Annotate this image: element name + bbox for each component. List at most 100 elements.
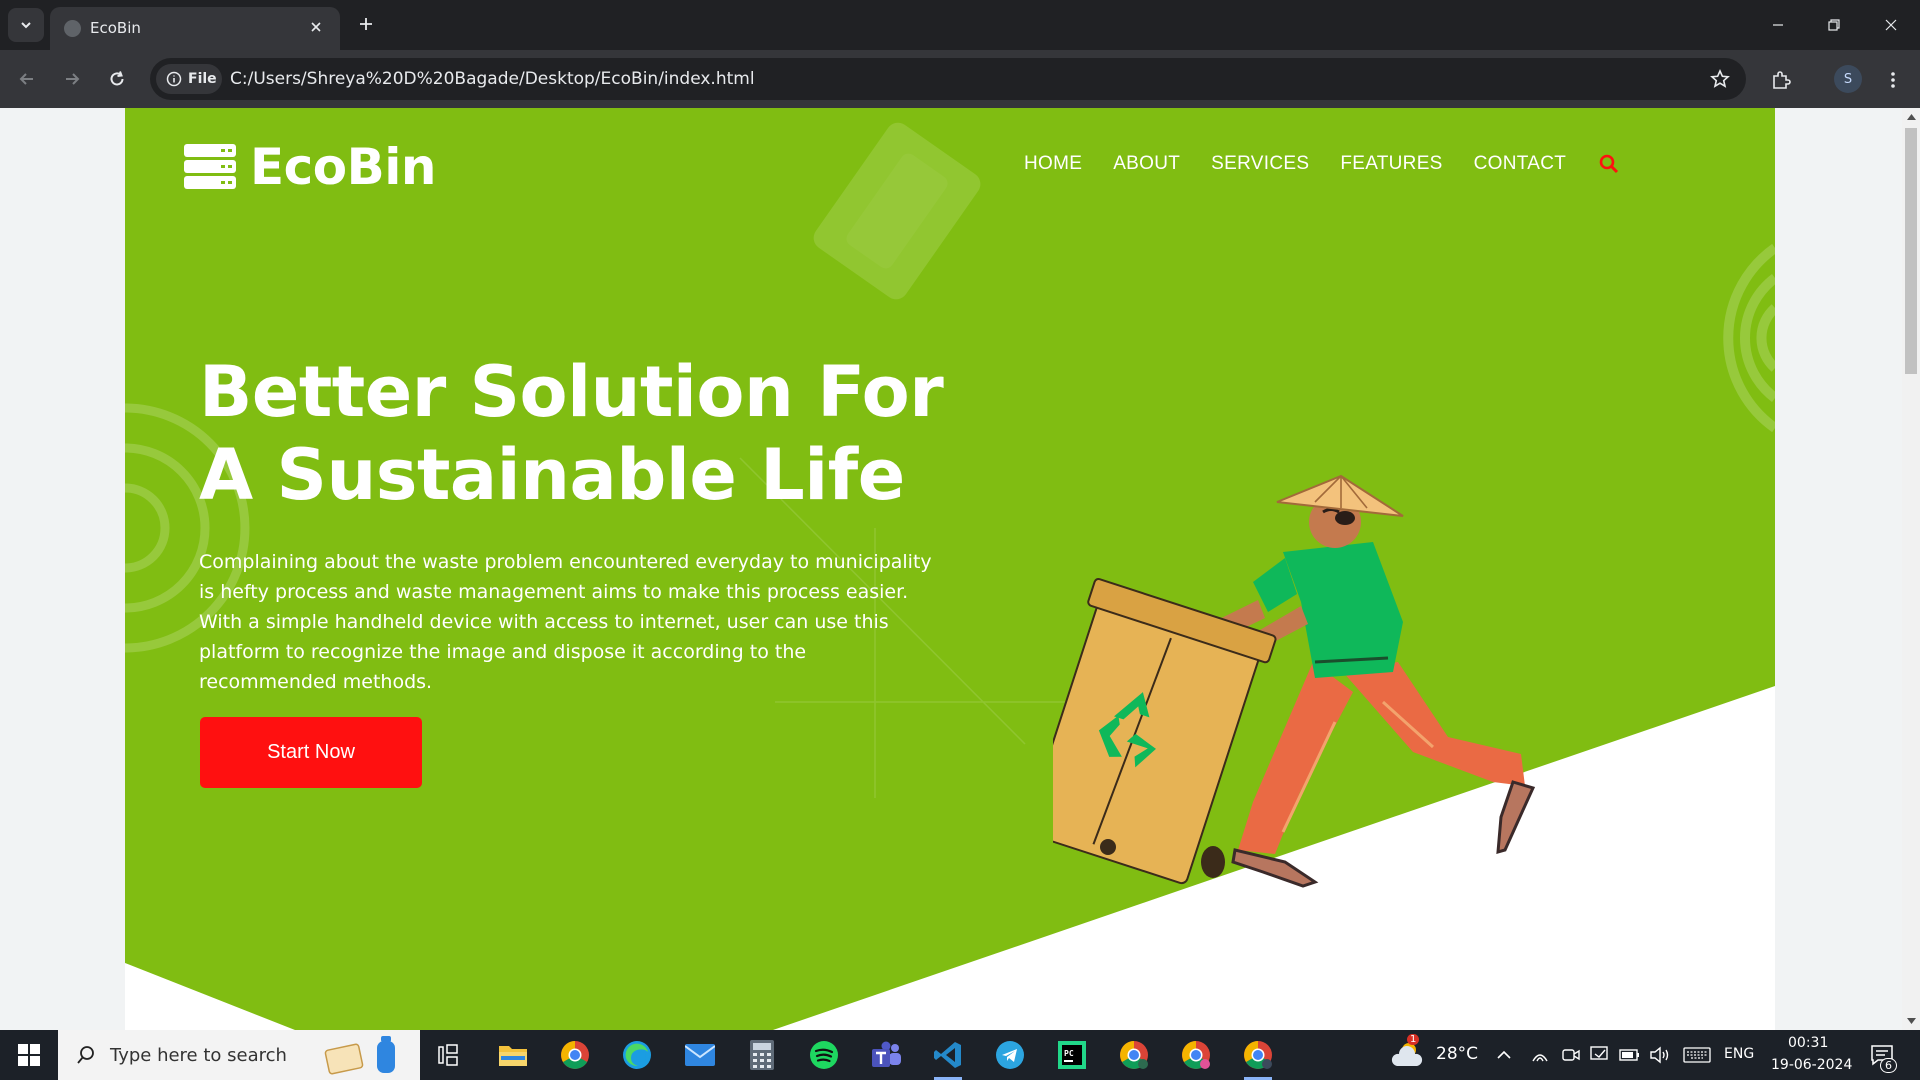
edge-icon	[623, 1041, 651, 1069]
extensions-button[interactable]	[1766, 65, 1796, 95]
restore-button[interactable]	[1805, 0, 1863, 50]
site-info-chip[interactable]: File	[156, 64, 222, 94]
minimize-icon	[1773, 24, 1783, 26]
tray-network-app-icon[interactable]	[1528, 1037, 1552, 1073]
url-text: C:/Users/Shreya%20D%20Bagade/Desktop/Eco…	[230, 69, 755, 89]
search-icon	[1599, 154, 1619, 174]
hero-headline: Better Solution For A Sustainable Life	[199, 351, 979, 517]
tab-title: EcoBin	[90, 19, 141, 37]
folder-icon	[499, 1046, 527, 1066]
taskbar-search[interactable]: Type here to search	[58, 1030, 420, 1080]
profile-avatar[interactable]: S	[1834, 65, 1862, 93]
calculator-icon	[750, 1040, 774, 1070]
reload-button[interactable]	[99, 61, 135, 97]
close-icon	[311, 22, 321, 32]
more-vertical-icon	[1891, 72, 1895, 88]
taskbar-search-placeholder: Type here to search	[110, 1044, 287, 1066]
windows-logo-icon	[18, 1044, 40, 1066]
hero-description: Complaining about the waste problem enco…	[199, 551, 932, 693]
browser-toolbar: File C:/Users/Shreya%20D%20Bagade/Deskto…	[0, 50, 1920, 108]
taskbar-vscode[interactable]	[930, 1037, 966, 1080]
nav-contact[interactable]: CONTACT	[1474, 153, 1567, 175]
new-tab-button[interactable]	[352, 10, 380, 38]
nav-features[interactable]: FEATURES	[1340, 153, 1442, 175]
mail-icon	[685, 1044, 715, 1066]
clock-time[interactable]: 00:31	[1788, 1035, 1828, 1051]
taskbar-chrome-active[interactable]	[1240, 1037, 1276, 1080]
search-highlight-icon	[324, 1036, 395, 1075]
taskbar-file-explorer[interactable]	[495, 1037, 531, 1073]
scroll-down-arrow-icon[interactable]	[1906, 1016, 1916, 1026]
browser-tabbar: EcoBin	[0, 0, 1920, 50]
address-bar[interactable]: File C:/Users/Shreya%20D%20Bagade/Deskto…	[150, 58, 1746, 100]
scroll-up-arrow-icon[interactable]	[1906, 112, 1916, 122]
show-hidden-icons-button[interactable]	[1492, 1037, 1516, 1073]
chevron-up-icon	[1497, 1050, 1511, 1059]
touch-keyboard-icon[interactable]	[1682, 1037, 1712, 1073]
tab-search-button[interactable]	[8, 8, 44, 42]
taskbar-calculator[interactable]	[744, 1037, 780, 1073]
nav-home[interactable]: HOME	[1024, 153, 1082, 175]
taskbar-edge[interactable]	[619, 1037, 655, 1073]
chrome-icon	[561, 1041, 589, 1069]
clock-date[interactable]: 19-06-2024	[1771, 1057, 1852, 1073]
task-view-button[interactable]	[432, 1037, 468, 1073]
cloudy-weather-icon	[1391, 1043, 1423, 1066]
logo-text: EcoBin	[250, 138, 437, 196]
headline-line-1: Better Solution For	[199, 351, 944, 433]
telegram-icon	[996, 1041, 1024, 1069]
globe-icon	[64, 20, 81, 37]
input-language[interactable]: ENG	[1724, 1046, 1754, 1062]
browser-menu-button[interactable]	[1878, 65, 1908, 95]
puzzle-icon	[1773, 71, 1791, 89]
taskbar-chrome[interactable]	[557, 1037, 593, 1073]
page-scrollbar[interactable]	[1902, 108, 1920, 1030]
ecobin-site: EcoBin HOME ABOUT SERVICES FEATURES CONT…	[125, 108, 1775, 1030]
browser-tab-active[interactable]: EcoBin	[50, 7, 340, 50]
minimize-button[interactable]	[1749, 0, 1807, 50]
chrome-icon	[1244, 1041, 1272, 1069]
scroll-thumb[interactable]	[1905, 128, 1917, 374]
taskbar-telegram[interactable]	[992, 1037, 1028, 1073]
tray-meet-icon[interactable]	[1559, 1037, 1583, 1073]
volume-icon[interactable]	[1648, 1037, 1672, 1073]
chrome-icon	[1182, 1041, 1210, 1069]
task-view-icon	[438, 1044, 458, 1066]
nav-about[interactable]: ABOUT	[1113, 153, 1180, 175]
vscode-icon	[934, 1042, 961, 1068]
back-button[interactable]	[9, 61, 45, 97]
taskbar-spotify[interactable]	[806, 1037, 842, 1073]
server-stack-icon	[184, 144, 236, 189]
arrow-right-icon	[66, 73, 80, 85]
nav-services[interactable]: SERVICES	[1211, 153, 1309, 175]
close-icon	[1885, 19, 1897, 31]
start-now-button[interactable]: Start Now	[200, 717, 422, 788]
taskbar-pycharm[interactable]: PC	[1054, 1037, 1090, 1073]
close-window-button[interactable]	[1862, 0, 1920, 50]
search-icon	[77, 1046, 94, 1064]
taskbar-mail[interactable]	[682, 1037, 718, 1073]
chrome-icon	[1120, 1041, 1148, 1069]
arrow-left-icon	[19, 73, 33, 85]
taskbar-chrome-profile-2[interactable]	[1116, 1037, 1152, 1073]
star-icon	[1710, 69, 1730, 88]
nav-search-button[interactable]	[1597, 152, 1621, 176]
svg-text:PC: PC	[1064, 1049, 1074, 1058]
hero-section: EcoBin HOME ABOUT SERVICES FEATURES CONT…	[125, 108, 1775, 1030]
tray-display-icon[interactable]	[1588, 1037, 1612, 1073]
info-icon	[166, 71, 182, 87]
headline-line-2: A Sustainable Life	[199, 434, 905, 516]
windows-taskbar: Type here to search PC 1 28°C ENG 00:31 …	[0, 1030, 1920, 1080]
reload-icon	[110, 71, 124, 86]
taskbar-chrome-profile-3[interactable]	[1178, 1037, 1214, 1073]
start-button[interactable]	[0, 1030, 58, 1080]
site-logo[interactable]: EcoBin	[184, 138, 437, 196]
weather-temperature[interactable]: 28°C	[1436, 1044, 1478, 1064]
main-nav: HOME ABOUT SERVICES FEATURES CONTACT	[1024, 152, 1621, 176]
forward-button[interactable]	[54, 61, 90, 97]
battery-icon[interactable]	[1618, 1037, 1642, 1073]
tab-close-button[interactable]	[306, 17, 326, 37]
taskbar-teams[interactable]	[868, 1037, 904, 1073]
security-chip-label: File	[188, 71, 217, 87]
bookmark-star-button[interactable]	[1708, 67, 1732, 91]
